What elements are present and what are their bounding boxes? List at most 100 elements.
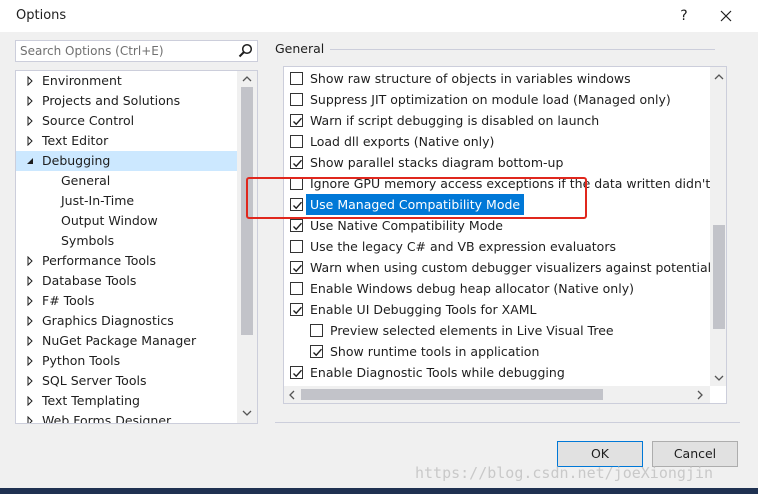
option-row[interactable]: Load dll exports (Native only): [284, 131, 710, 152]
collapsed-arrow-icon[interactable]: [25, 416, 35, 424]
collapsed-arrow-icon[interactable]: [25, 296, 35, 306]
help-button[interactable]: ?: [672, 4, 696, 28]
tree-item[interactable]: Debugging: [16, 151, 238, 171]
tree-item-label: SQL Server Tools: [42, 373, 147, 388]
option-row[interactable]: Enable Diagnostic Tools while debugging: [284, 362, 710, 383]
tree-item[interactable]: Symbols: [16, 231, 238, 251]
collapsed-arrow-icon[interactable]: [25, 396, 35, 406]
option-checkbox[interactable]: [310, 345, 323, 358]
tree-item[interactable]: Text Editor: [16, 131, 238, 151]
options-horizontal-scrollbar[interactable]: [284, 386, 710, 403]
option-row[interactable]: Enable UI Debugging Tools for XAML: [284, 299, 710, 320]
scroll-down-icon[interactable]: [714, 374, 724, 382]
tree-item[interactable]: Source Control: [16, 111, 238, 131]
tree-item[interactable]: Just-In-Time: [16, 191, 238, 211]
tree-item[interactable]: F# Tools: [16, 291, 238, 311]
search-icon[interactable]: [237, 43, 255, 59]
annotation-highlight-box: [246, 177, 587, 219]
tree-item-label: Output Window: [61, 213, 158, 228]
tree-item[interactable]: Output Window: [16, 211, 238, 231]
option-row[interactable]: Warn when using custom debugger visualiz…: [284, 257, 710, 278]
tree-item-label: Web Forms Designer: [42, 413, 172, 424]
tree-item-label: Symbols: [61, 233, 115, 248]
tree-item-label: Text Editor: [42, 133, 109, 148]
collapsed-arrow-icon[interactable]: [25, 316, 35, 326]
tree-item[interactable]: NuGet Package Manager: [16, 331, 238, 351]
option-label: Warn if script debugging is disabled on …: [310, 113, 600, 128]
window-title: Options: [16, 8, 67, 23]
checkmark-icon: [313, 348, 323, 357]
tree-items: Environment Projects and Solutions Source …: [16, 71, 238, 424]
search-box[interactable]: [15, 40, 258, 62]
tree-item[interactable]: Environment: [16, 71, 238, 91]
collapsed-arrow-icon[interactable]: [25, 96, 35, 106]
options-horizontal-thumb[interactable]: [301, 389, 603, 400]
options-vertical-scrollbar[interactable]: [710, 67, 726, 386]
options-vertical-thumb[interactable]: [713, 225, 725, 329]
option-label: Warn when using custom debugger visualiz…: [310, 260, 710, 275]
option-row[interactable]: Show raw structure of objects in variabl…: [284, 68, 710, 89]
option-checkbox[interactable]: [290, 72, 303, 85]
option-checkbox[interactable]: [290, 135, 303, 148]
option-row[interactable]: Enable Windows debug heap allocator (Nat…: [284, 278, 710, 299]
scroll-up-icon[interactable]: [714, 73, 724, 81]
scroll-left-icon[interactable]: [288, 390, 296, 400]
tree-item[interactable]: General: [16, 171, 238, 191]
scroll-down-icon[interactable]: [242, 409, 252, 417]
collapsed-arrow-icon[interactable]: [25, 116, 35, 126]
option-row[interactable]: Show runtime tools in application: [284, 341, 710, 362]
collapsed-arrow-icon[interactable]: [25, 376, 35, 386]
option-checkbox[interactable]: [290, 219, 303, 232]
expanded-arrow-icon[interactable]: [25, 156, 35, 166]
tree-item[interactable]: Performance Tools: [16, 251, 238, 271]
option-checkbox[interactable]: [310, 324, 323, 337]
collapsed-arrow-icon[interactable]: [25, 356, 35, 366]
option-row[interactable]: Preview selected elements in Live Visual…: [284, 320, 710, 341]
option-label: Show parallel stacks diagram bottom-up: [310, 155, 564, 170]
tree-item-label: Environment: [42, 73, 122, 88]
checkmark-icon: [293, 306, 303, 315]
watermark: https://blog.csdn.net/joeXiongjin: [415, 464, 714, 482]
tree-item[interactable]: Text Templating: [16, 391, 238, 411]
option-checkbox[interactable]: [290, 261, 303, 274]
option-checkbox[interactable]: [290, 114, 303, 127]
options-tree[interactable]: Environment Projects and Solutions Source …: [15, 70, 258, 424]
collapsed-arrow-icon[interactable]: [25, 336, 35, 346]
tree-item[interactable]: Projects and Solutions: [16, 91, 238, 111]
option-row[interactable]: Warn if script debugging is disabled on …: [284, 110, 710, 131]
checkmark-icon: [293, 369, 303, 378]
tree-item-label: Projects and Solutions: [42, 93, 181, 108]
close-button[interactable]: [712, 4, 740, 28]
tree-item[interactable]: Python Tools: [16, 351, 238, 371]
option-checkbox[interactable]: [290, 240, 303, 253]
option-checkbox[interactable]: [290, 303, 303, 316]
option-checkbox[interactable]: [290, 93, 303, 106]
close-icon: [720, 10, 732, 22]
taskbar-strip: [0, 488, 758, 494]
options-panel: Show raw structure of objects in variabl…: [283, 66, 727, 404]
collapsed-arrow-icon[interactable]: [25, 256, 35, 266]
tree-item[interactable]: Database Tools: [16, 271, 238, 291]
collapsed-arrow-icon[interactable]: [25, 136, 35, 146]
collapsed-arrow-icon[interactable]: [25, 276, 35, 286]
tree-item[interactable]: SQL Server Tools: [16, 371, 238, 391]
tree-item-label: Performance Tools: [42, 253, 156, 268]
option-row[interactable]: Suppress JIT optimization on module load…: [284, 89, 710, 110]
title-bar: Options ?: [0, 0, 758, 32]
option-row[interactable]: Show parallel stacks diagram bottom-up: [284, 152, 710, 173]
tree-item[interactable]: Web Forms Designer: [16, 411, 238, 424]
search-input[interactable]: [20, 43, 232, 59]
option-row[interactable]: Use the legacy C# and VB expression eval…: [284, 236, 710, 257]
scroll-up-icon[interactable]: [242, 75, 252, 83]
option-label: Suppress JIT optimization on module load…: [310, 92, 671, 107]
option-checkbox[interactable]: [290, 282, 303, 295]
option-label: Enable UI Debugging Tools for XAML: [310, 302, 537, 317]
option-checkbox[interactable]: [290, 366, 303, 379]
option-checkbox[interactable]: [290, 156, 303, 169]
collapsed-arrow-icon[interactable]: [25, 76, 35, 86]
section-divider: [330, 49, 715, 50]
scroll-right-icon[interactable]: [696, 390, 704, 400]
option-label: Preview selected elements in Live Visual…: [330, 323, 614, 338]
tree-item[interactable]: Graphics Diagnostics: [16, 311, 238, 331]
tree-scrollbar[interactable]: [237, 71, 257, 423]
